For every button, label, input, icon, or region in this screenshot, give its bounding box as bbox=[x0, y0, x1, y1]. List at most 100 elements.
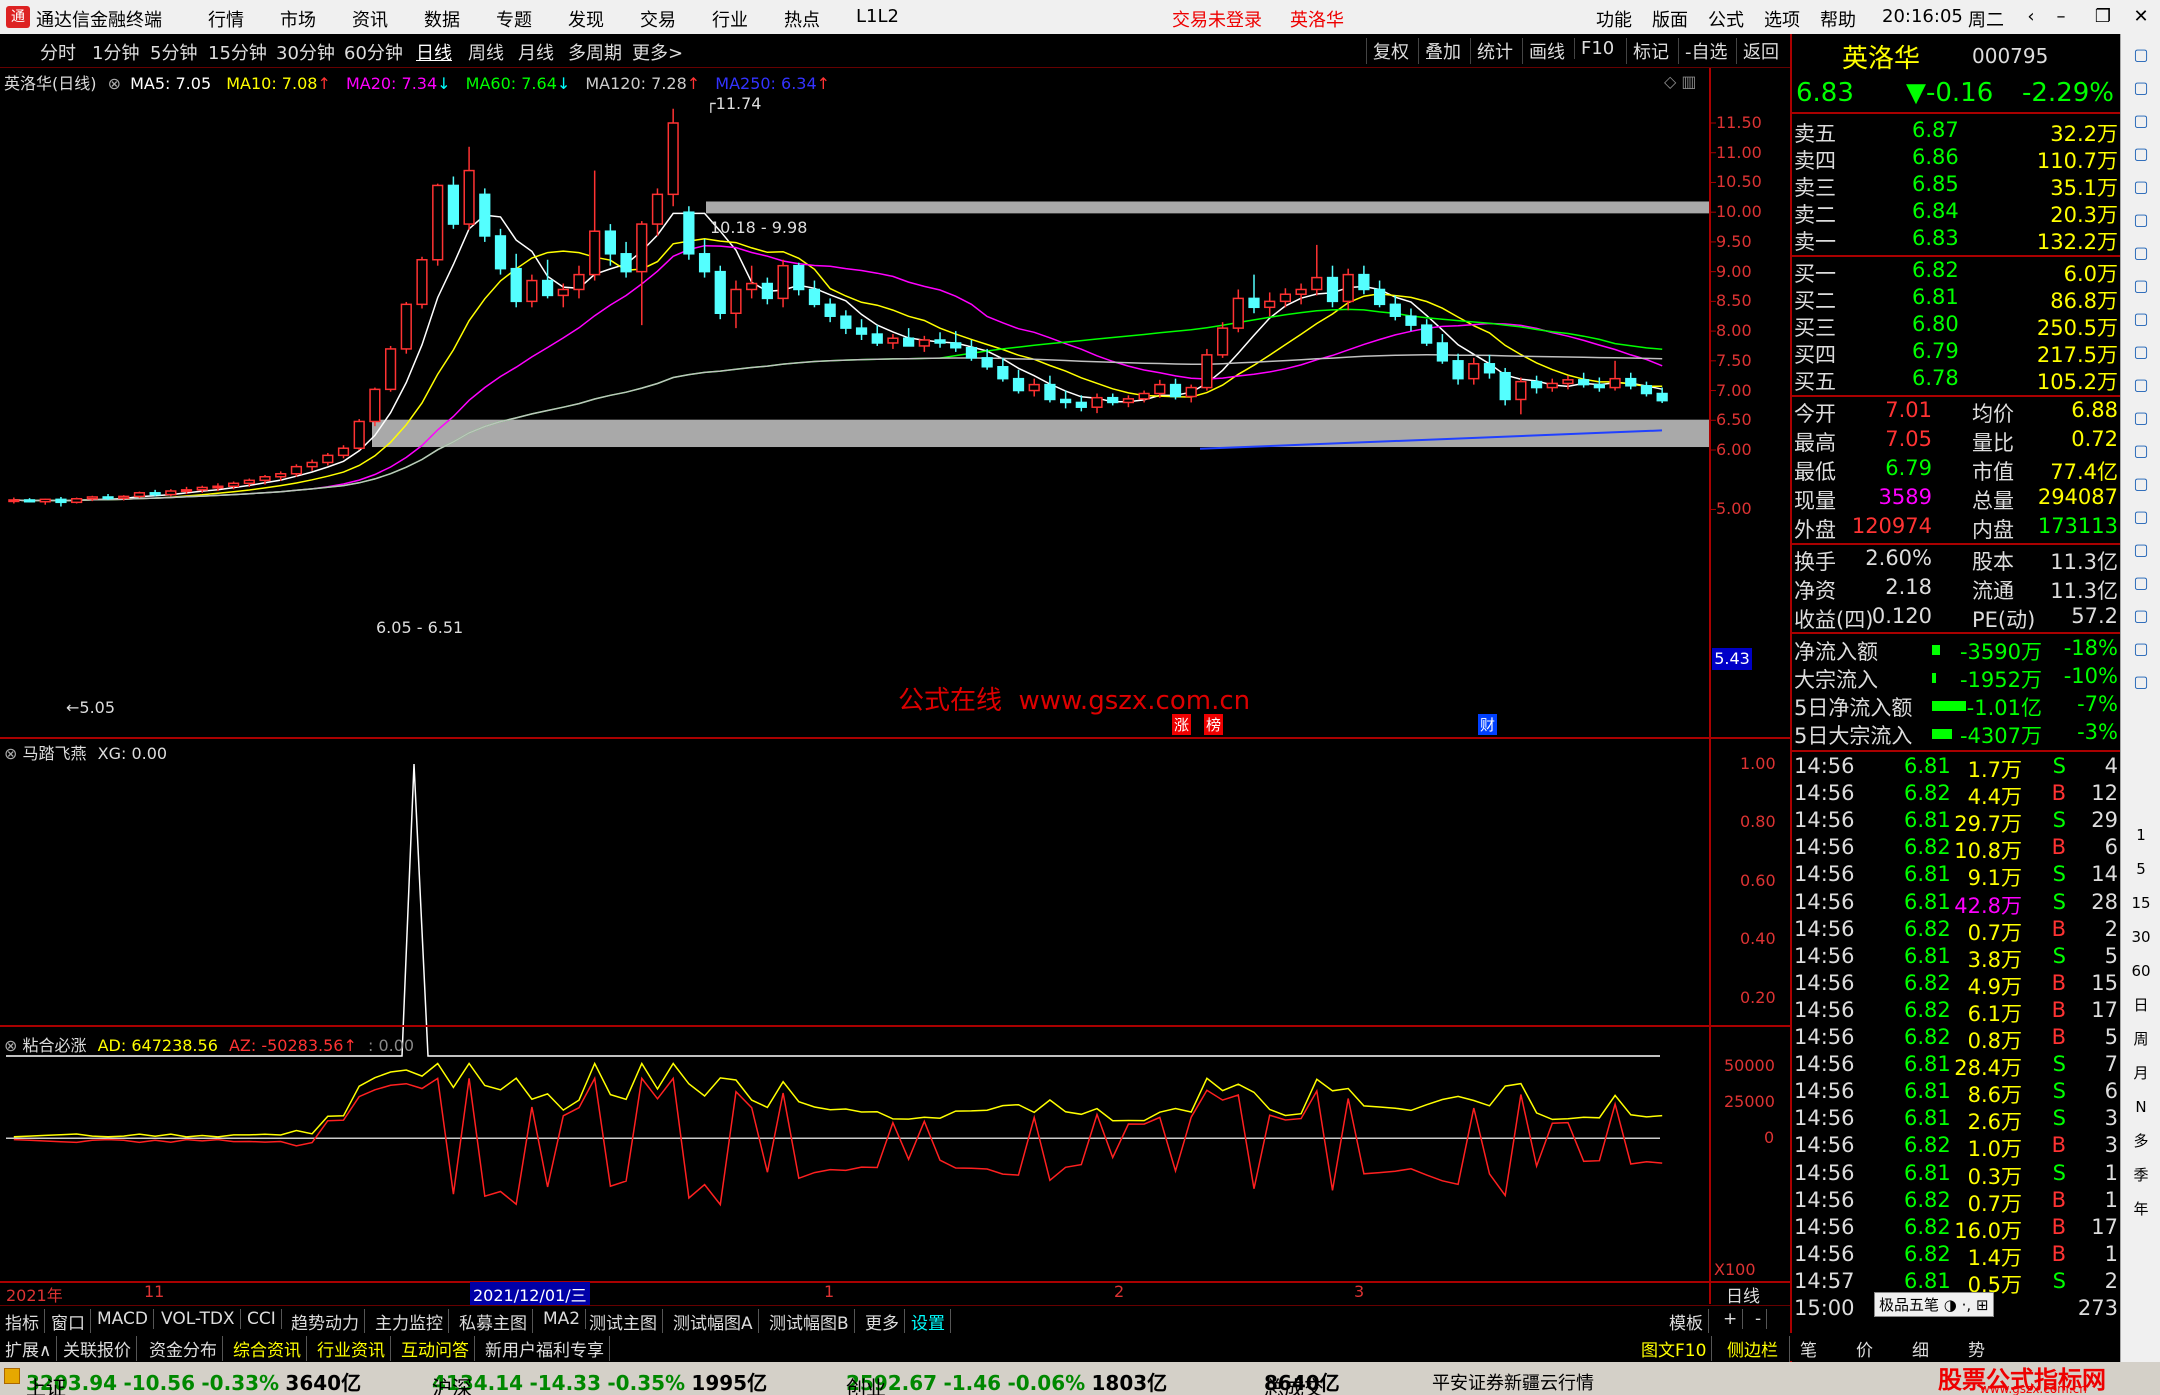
tuwen-f10-button[interactable]: 图文F10 bbox=[1636, 1336, 1713, 1361]
tab-15min[interactable]: 15分钟 bbox=[208, 39, 267, 65]
f2-icon[interactable]: ▢ bbox=[2130, 407, 2152, 429]
tab-ceshifutu-a[interactable]: 测试幅图A bbox=[668, 1309, 759, 1334]
event-mark-cai[interactable]: 财 bbox=[1478, 714, 1498, 735]
tab-30min[interactable]: 30分钟 bbox=[276, 39, 335, 65]
price-chart[interactable] bbox=[0, 68, 1790, 1308]
diejia-button[interactable]: 叠加 bbox=[1418, 38, 1461, 64]
menu-bangzhu[interactable]: 帮助 bbox=[1820, 6, 1856, 32]
period-shortcut-3[interactable]: 30 bbox=[2130, 926, 2152, 948]
menu-jiaoyi[interactable]: 交易 bbox=[640, 6, 676, 32]
period-shortcut-7[interactable]: 月 bbox=[2130, 1062, 2152, 1084]
menu-faxian[interactable]: 发现 bbox=[568, 6, 604, 32]
close-icon[interactable]: ✕ bbox=[2128, 4, 2154, 30]
tab-zijinfenbu[interactable]: 资金分布 bbox=[144, 1336, 223, 1361]
tab-cci[interactable]: CCI bbox=[242, 1309, 282, 1329]
tab-60min[interactable]: 60分钟 bbox=[344, 39, 403, 65]
period-shortcut-0[interactable]: 1 bbox=[2130, 824, 2152, 846]
index-cy[interactable]: 创业 2592.67 -1.46 -0.06% 1803亿 bbox=[846, 1367, 1167, 1395]
tab-ceshizhutu[interactable]: 测试主图 bbox=[584, 1309, 663, 1334]
tab-bi[interactable]: 笔 bbox=[1800, 1336, 1817, 1361]
tab-gengduo[interactable]: 更多 bbox=[860, 1309, 905, 1334]
period-shortcut-8[interactable]: N bbox=[2130, 1096, 2152, 1118]
fanhui-button[interactable]: 返回 bbox=[1736, 38, 1779, 64]
menu-gongshi[interactable]: 公式 bbox=[1708, 6, 1744, 32]
stack-icon[interactable]: ▢ bbox=[2130, 638, 2152, 660]
menu-hangqing[interactable]: 行情 bbox=[208, 6, 244, 32]
rank-icon[interactable]: ▢ bbox=[2130, 374, 2152, 396]
tab-hudongwenda[interactable]: 互动问答 bbox=[396, 1336, 475, 1361]
zoom-in-button[interactable]: + bbox=[1718, 1309, 1744, 1329]
rsi-icon[interactable]: ▢ bbox=[2130, 506, 2152, 528]
tab-5min[interactable]: 5分钟 bbox=[150, 39, 197, 65]
tab-more[interactable]: 更多> bbox=[632, 39, 683, 65]
tab-multi-period[interactable]: 多周期 bbox=[568, 39, 622, 65]
chart-icon[interactable]: ▢ bbox=[2130, 209, 2152, 231]
tab-monthly[interactable]: 月线 bbox=[518, 39, 554, 65]
tab-1min[interactable]: 1分钟 bbox=[92, 39, 139, 65]
list-icon[interactable]: ▢ bbox=[2130, 341, 2152, 363]
doc-icon[interactable]: ▢ bbox=[2130, 143, 2152, 165]
tab-qushidongli[interactable]: 趋势动力 bbox=[286, 1309, 365, 1334]
biaoji-button[interactable]: 标记 bbox=[1626, 38, 1669, 64]
menu-xuanxiang[interactable]: 选项 bbox=[1764, 6, 1800, 32]
tab-zhulijiankong[interactable]: 主力监控 bbox=[370, 1309, 449, 1334]
x-icon[interactable]: ▢ bbox=[2130, 671, 2152, 693]
event-mark-bang[interactable]: 榜 bbox=[1204, 714, 1224, 735]
minimize-icon[interactable]: – bbox=[2048, 4, 2074, 30]
tab-vol-tdx[interactable]: VOL-TDX bbox=[156, 1309, 241, 1329]
table-icon[interactable]: ▢ bbox=[2130, 275, 2152, 297]
menu-shuju[interactable]: 数据 bbox=[424, 6, 460, 32]
tab-xi[interactable]: 细 bbox=[1912, 1336, 1929, 1361]
menu-redian[interactable]: 热点 bbox=[784, 6, 820, 32]
period-shortcut-2[interactable]: 15 bbox=[2130, 892, 2152, 914]
menu-l1l2[interactable]: L1L2 bbox=[856, 6, 899, 27]
zoom-out-button[interactable]: - bbox=[1750, 1309, 1768, 1329]
index-sh[interactable]: 上证 3203.94 -10.56 -0.33% 3640亿 bbox=[26, 1367, 361, 1395]
period-shortcut-5[interactable]: 日 bbox=[2130, 994, 2152, 1016]
tab-shi[interactable]: 势 bbox=[1968, 1336, 1985, 1361]
period-shortcut-6[interactable]: 周 bbox=[2130, 1028, 2152, 1050]
tab-xinyonghu[interactable]: 新用户福利专享 bbox=[480, 1336, 610, 1361]
fuquan-button[interactable]: 复权 bbox=[1366, 38, 1409, 64]
tab-macd[interactable]: MACD bbox=[92, 1309, 154, 1329]
tab-guanlianbaojia[interactable]: 关联报价 bbox=[58, 1336, 137, 1361]
menu-banmian[interactable]: 版面 bbox=[1652, 6, 1688, 32]
indicator1-settings-icon[interactable]: ⊗ bbox=[4, 744, 17, 763]
period-shortcut-9[interactable]: 多 bbox=[2130, 1130, 2152, 1152]
tab-jia[interactable]: 价 bbox=[1856, 1336, 1873, 1361]
move-icon[interactable]: ▢ bbox=[2130, 539, 2152, 561]
tab-hangyezixun[interactable]: 行业资讯 bbox=[312, 1336, 391, 1361]
tab-chuangkou[interactable]: 窗口 bbox=[46, 1309, 91, 1334]
menu-zhuanti[interactable]: 专题 bbox=[496, 6, 532, 32]
tab-fenshi[interactable]: 分时 bbox=[40, 39, 76, 65]
template-button[interactable]: 模板 bbox=[1664, 1309, 1709, 1334]
tab-shezhi[interactable]: 设置 bbox=[906, 1309, 951, 1334]
tab-kuozhan[interactable]: 扩展∧ bbox=[0, 1336, 58, 1361]
period-shortcut-1[interactable]: 5 bbox=[2130, 858, 2152, 880]
menu-gongneng[interactable]: 功能 bbox=[1596, 6, 1632, 32]
f10-button[interactable]: F10 bbox=[1574, 38, 1614, 59]
tab-daily[interactable]: 日线 bbox=[416, 39, 452, 65]
chart-corner-icons[interactable]: ◇ ▥ bbox=[1664, 72, 1697, 91]
zixuan-button[interactable]: -自选 bbox=[1678, 38, 1728, 64]
tab-zhibiao[interactable]: 指标 bbox=[0, 1309, 45, 1334]
down-arrow-icon[interactable]: ▢ bbox=[2130, 110, 2152, 132]
index-hs[interactable]: 沪深 4134.14 -14.33 -0.35% 1995亿 bbox=[432, 1367, 767, 1395]
restore-icon[interactable]: ❐ bbox=[2090, 4, 2116, 30]
tab-ceshifutu-b[interactable]: 测试幅图B bbox=[764, 1309, 855, 1334]
login-status[interactable]: 交易未登录 bbox=[1172, 6, 1262, 32]
pen-icon[interactable]: ▢ bbox=[2130, 572, 2152, 594]
menu-hangye[interactable]: 行业 bbox=[712, 6, 748, 32]
tab-weekly[interactable]: 周线 bbox=[468, 39, 504, 65]
tab-zonghezixun[interactable]: 综合资讯 bbox=[228, 1336, 307, 1361]
grid-icon[interactable]: ▢ bbox=[2130, 176, 2152, 198]
huaxian-button[interactable]: 画线 bbox=[1522, 38, 1565, 64]
fs-icon[interactable]: ▢ bbox=[2130, 605, 2152, 627]
ime-toolbar[interactable]: 极品五笔 ◑ ·, ⊞ bbox=[1874, 1292, 1994, 1317]
tongji-button[interactable]: 统计 bbox=[1470, 38, 1513, 64]
f10-icon[interactable]: ▢ bbox=[2130, 308, 2152, 330]
page-icon[interactable]: ▢ bbox=[2130, 77, 2152, 99]
period-shortcut-11[interactable]: 年 bbox=[2130, 1198, 2152, 1220]
menu-shichang[interactable]: 市场 bbox=[280, 6, 316, 32]
event-mark-zhang[interactable]: 涨 bbox=[1172, 714, 1192, 735]
